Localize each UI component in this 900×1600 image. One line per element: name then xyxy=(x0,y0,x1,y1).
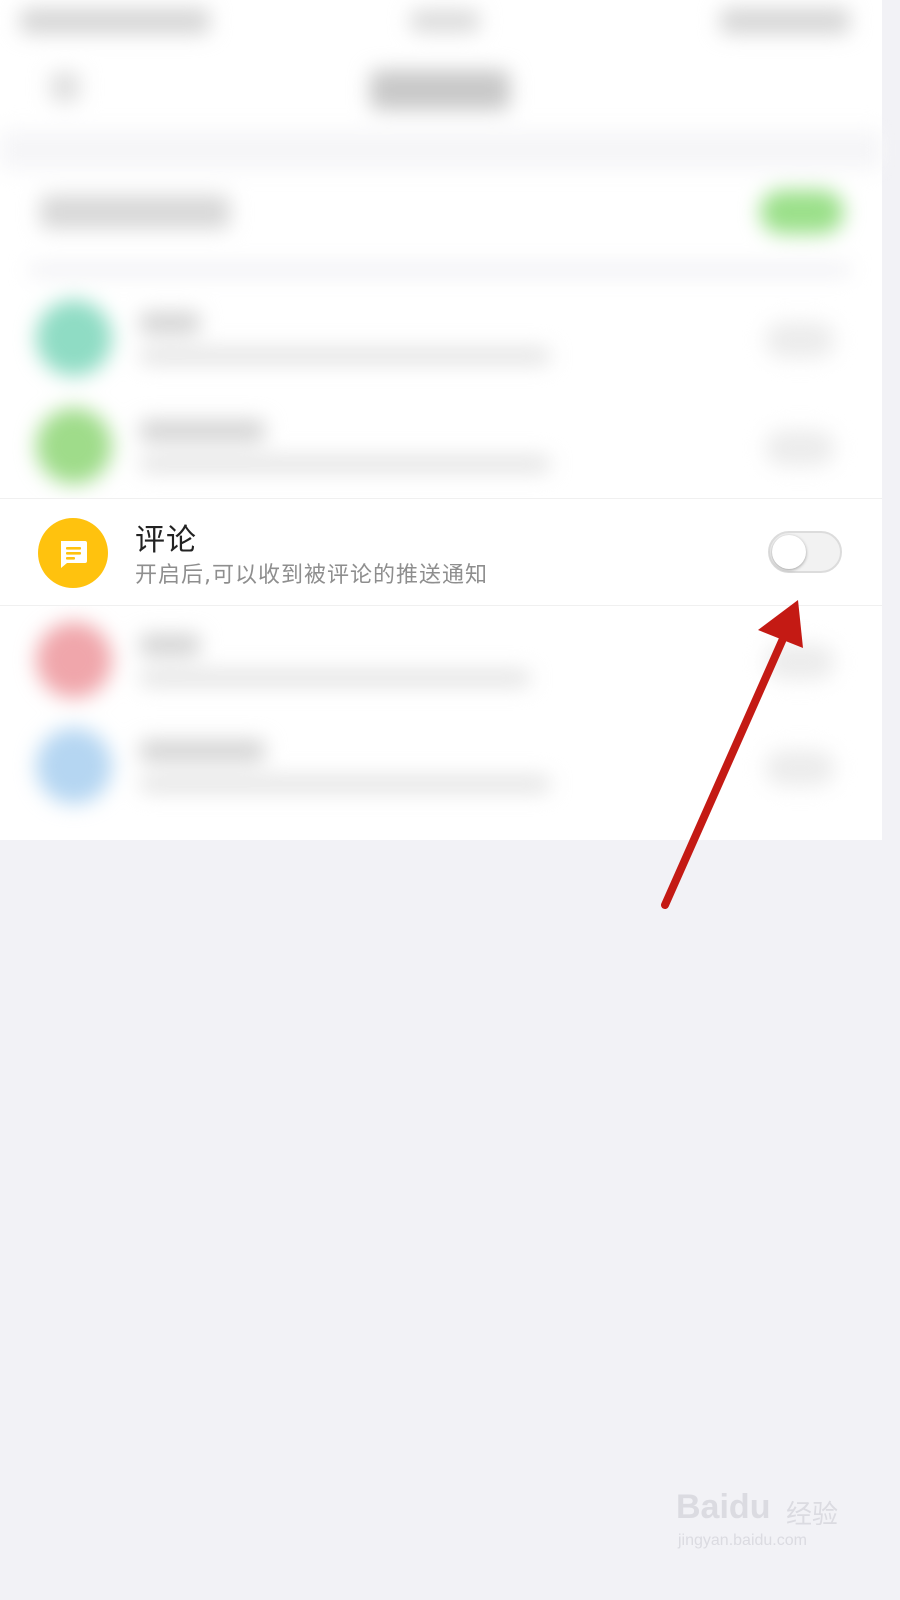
nav-divider xyxy=(0,130,882,170)
comment-notification-toggle[interactable] xyxy=(768,531,842,573)
status-bar-time xyxy=(410,10,480,32)
status-bar-right xyxy=(720,8,850,34)
blurred-row-toggle[interactable] xyxy=(765,430,835,466)
blurred-row-toggle[interactable] xyxy=(765,322,835,358)
comment-title: 评论 xyxy=(135,523,197,558)
watermark-url: jingyan.baidu.com xyxy=(678,1532,807,1549)
message-glyph-icon xyxy=(61,541,87,568)
blurred-row-title xyxy=(140,740,265,762)
blurred-row-title xyxy=(140,634,200,656)
blurred-row-icon xyxy=(36,728,112,804)
blurred-row-subtitle xyxy=(140,670,530,686)
blurred-row-icon xyxy=(36,622,112,698)
blurred-row-icon xyxy=(36,300,112,376)
blurred-row-title xyxy=(140,312,200,334)
blurred-row-toggle[interactable] xyxy=(765,644,835,680)
blurred-row-toggle[interactable] xyxy=(765,750,835,786)
comment-subtitle: 开启后,可以收到被评论的推送通知 xyxy=(135,563,488,588)
blurred-row-icon xyxy=(36,408,112,484)
blurred-background xyxy=(0,0,882,840)
back-icon[interactable] xyxy=(50,72,80,102)
baidu-watermark: Baidu 经验 jingyan.baidu.com xyxy=(676,1470,856,1560)
blurred-row-title xyxy=(140,420,265,442)
comment-setting-row: 评论 开启后,可以收到被评论的推送通知 xyxy=(0,498,882,606)
master-toggle[interactable] xyxy=(760,190,844,234)
comment-bubble-icon xyxy=(38,518,108,588)
toggle-knob xyxy=(772,535,806,569)
blurred-row-subtitle xyxy=(140,348,550,364)
watermark-label: 经验 xyxy=(786,1500,839,1530)
status-bar-left xyxy=(20,8,210,34)
blurred-row-subtitle xyxy=(140,456,550,472)
section-divider xyxy=(30,265,850,275)
blurred-row-subtitle xyxy=(140,776,550,792)
page-title xyxy=(370,70,510,110)
watermark-brand: Baidu xyxy=(676,1488,771,1526)
master-switch-label xyxy=(40,195,230,229)
